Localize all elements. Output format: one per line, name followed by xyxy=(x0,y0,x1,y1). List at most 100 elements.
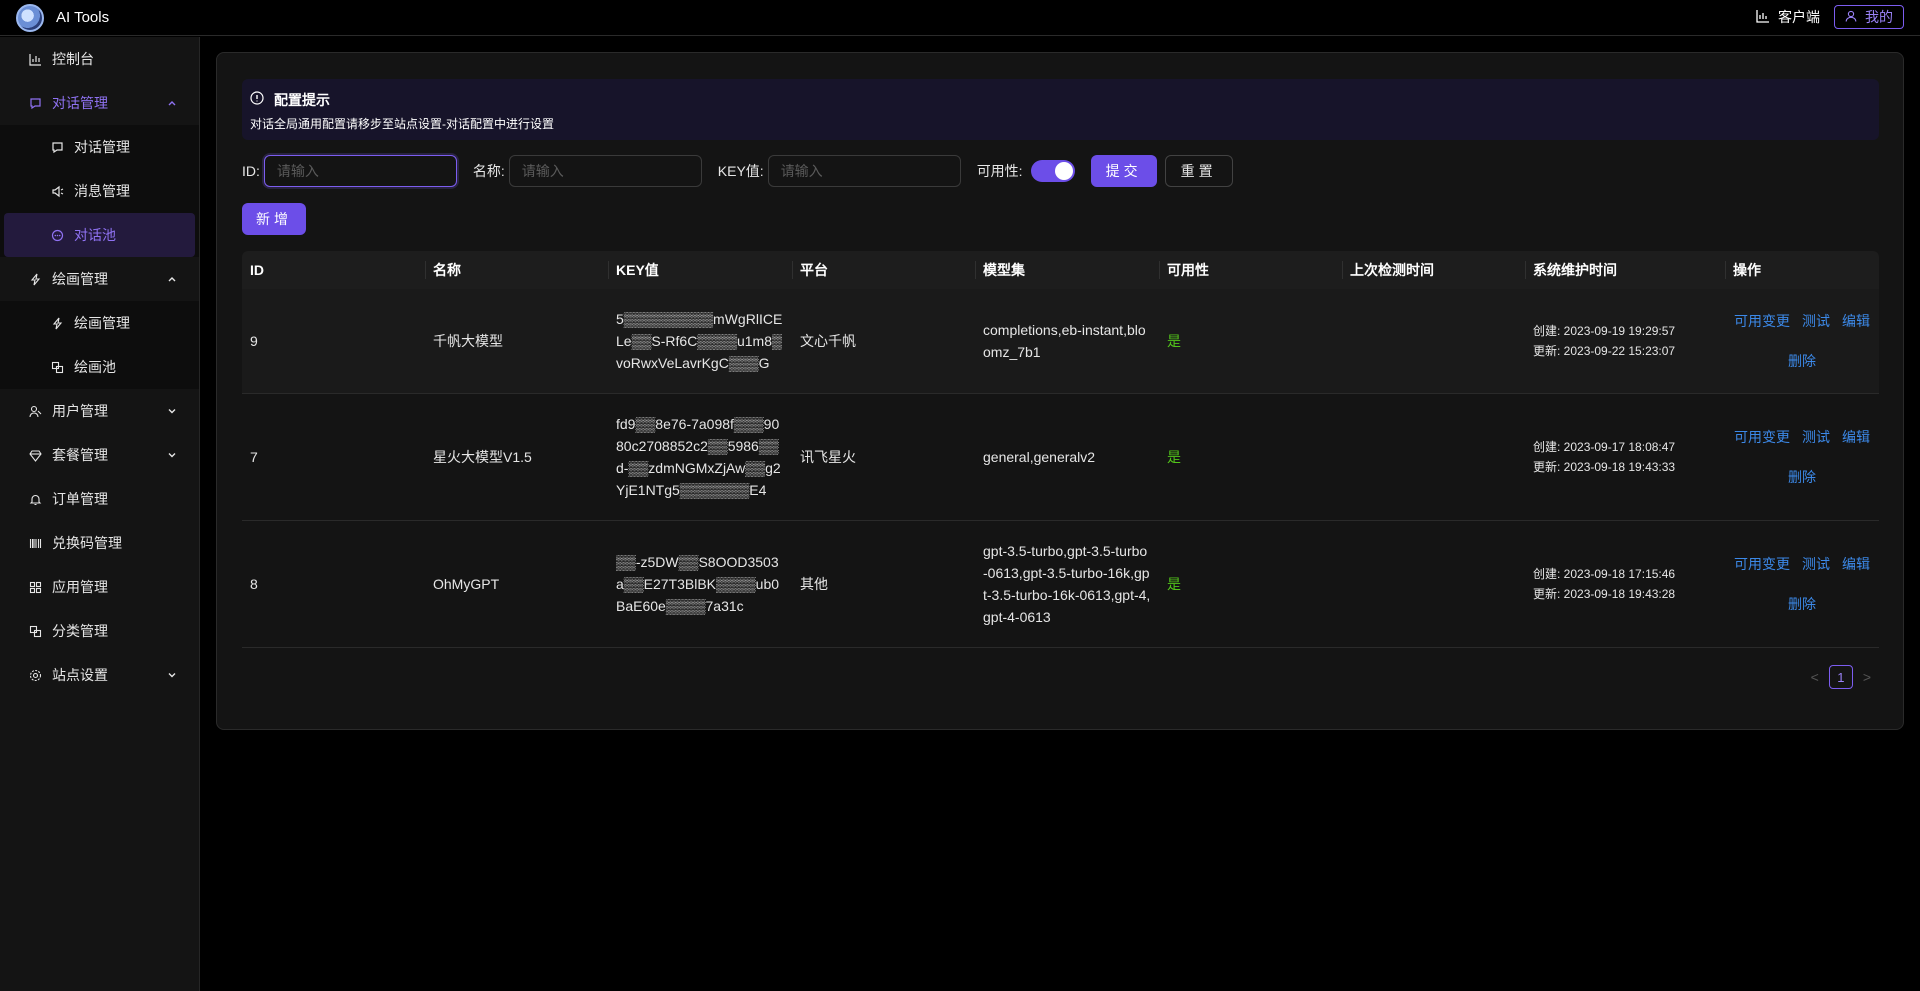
message-pool-icon xyxy=(50,229,64,242)
test-link[interactable]: 测试 xyxy=(1802,426,1830,448)
id-filter-label: ID: xyxy=(242,163,260,179)
mine-button-label: 我的 xyxy=(1865,9,1893,25)
client-link[interactable]: 客户端 xyxy=(1756,7,1820,27)
sidebar-item-redeem-codes[interactable]: 兑换码管理 xyxy=(0,521,199,565)
sidebar-group-users[interactable]: 用户管理 xyxy=(0,389,199,433)
name-input[interactable] xyxy=(508,155,702,187)
mine-button[interactable]: 我的 xyxy=(1834,5,1904,29)
chevron-up-icon xyxy=(168,277,176,282)
toggle-availability-link[interactable]: 可用变更 xyxy=(1734,310,1790,332)
sidebar-item-label: 应用管理 xyxy=(52,579,108,595)
action-row: 可用变更 测试 编辑 xyxy=(1734,310,1870,332)
column-header: 系统维护时间 xyxy=(1525,251,1725,289)
sidebar-item-label: 绘画管理 xyxy=(52,271,108,287)
client-link-label: 客户端 xyxy=(1778,9,1820,25)
page-1-button[interactable]: 1 xyxy=(1828,665,1853,689)
delete-link[interactable]: 删除 xyxy=(1788,593,1816,615)
updated-time: 更新: 2023-09-18 19:43:33 xyxy=(1533,460,1676,474)
cell-last-check xyxy=(1342,394,1525,520)
cell-models: gpt-3.5-turbo,gpt-3.5-turbo-0613,gpt-3.5… xyxy=(983,543,1151,625)
cell-platform: 讯飞星火 xyxy=(800,449,856,465)
block-icon xyxy=(50,361,64,374)
created-time: 创建: 2023-09-17 18:08:47 xyxy=(1533,440,1676,454)
cell-key: ▒▒-z5DW▒▒S8OOD3503a▒▒E27T3BlBK▒▒▒▒ub0BaE… xyxy=(616,554,780,614)
cell-maintenance-time: 创建: 2023-09-18 17:15:46 更新: 2023-09-18 1… xyxy=(1525,521,1725,647)
sidebar-item-categories[interactable]: 分类管理 xyxy=(0,609,199,653)
sidebar-item-label: 套餐管理 xyxy=(52,447,108,463)
info-icon xyxy=(250,91,264,108)
cell-actions: 可用变更 测试 编辑 删除 xyxy=(1725,394,1879,520)
sidebar-item-chat-manage[interactable]: 对话管理 xyxy=(0,125,199,169)
created-time: 创建: 2023-09-19 19:29:57 xyxy=(1533,324,1676,338)
sidebar-group-site-settings[interactable]: 站点设置 xyxy=(0,653,199,697)
lightning-icon xyxy=(28,273,42,286)
sidebar-item-label: 绘画管理 xyxy=(74,315,130,331)
sidebar-item-label: 用户管理 xyxy=(52,403,108,419)
sidebar-item-label: 对话管理 xyxy=(52,95,108,111)
delete-link[interactable]: 删除 xyxy=(1788,350,1816,372)
action-row: 删除 xyxy=(1788,593,1816,615)
availability-filter-label: 可用性: xyxy=(976,163,1023,179)
sidebar-item-chat-pool[interactable]: 对话池 xyxy=(4,213,195,257)
test-link[interactable]: 测试 xyxy=(1802,310,1830,332)
edit-link[interactable]: 编辑 xyxy=(1842,426,1870,448)
sidebar-item-label: 对话池 xyxy=(74,227,116,243)
submit-button[interactable]: 提交 xyxy=(1090,155,1157,187)
filter-bar: ID: 名称: KEY值: 可用性: 提交 重置 xyxy=(242,155,1233,187)
column-header: KEY值 xyxy=(608,251,792,289)
sidebar-item-apps[interactable]: 应用管理 xyxy=(0,565,199,609)
column-header: 可用性 xyxy=(1159,251,1342,289)
top-bar: AI Tools 客户端 我的 xyxy=(0,0,1920,36)
edit-link[interactable]: 编辑 xyxy=(1842,310,1870,332)
edit-link[interactable]: 编辑 xyxy=(1842,553,1870,575)
availability-toggle[interactable] xyxy=(1030,160,1075,182)
submenu-drawing: 绘画管理 绘画池 xyxy=(0,301,199,389)
toggle-availability-link[interactable]: 可用变更 xyxy=(1734,553,1790,575)
sidebar-item-label: 绘画池 xyxy=(74,359,116,375)
cell-key: 5▒▒▒▒▒▒▒▒▒mWgRlICELe▒▒S-Rf6C▒▒▒▒u1m8▒voR… xyxy=(616,311,783,371)
cell-available: 是 xyxy=(1167,333,1181,349)
cell-key: fd9▒▒8e76-7a098f▒▒▒9080c2708852c2▒▒5986▒… xyxy=(616,416,781,498)
updated-time: 更新: 2023-09-18 19:43:28 xyxy=(1533,587,1676,601)
alert-title: 配置提示 xyxy=(274,92,330,108)
sidebar-item-orders[interactable]: 订单管理 xyxy=(0,477,199,521)
table-row: 7 星火大模型V1.5 fd9▒▒8e76-7a098f▒▒▒9080c2708… xyxy=(242,394,1879,521)
cell-id: 9 xyxy=(250,333,258,349)
lightning-icon xyxy=(50,317,64,330)
cell-platform: 其他 xyxy=(800,576,828,592)
prev-page-button[interactable]: < xyxy=(1811,669,1819,685)
bar-chart-icon xyxy=(1756,9,1770,26)
cell-maintenance-time: 创建: 2023-09-17 18:08:47 更新: 2023-09-18 1… xyxy=(1525,394,1725,520)
updated-time: 更新: 2023-09-22 15:23:07 xyxy=(1533,344,1676,358)
diamond-icon xyxy=(28,449,42,462)
next-page-button[interactable]: > xyxy=(1863,669,1871,685)
sidebar-item-drawing-pool[interactable]: 绘画池 xyxy=(0,345,199,389)
sidebar-group-chat[interactable]: 对话管理 xyxy=(0,81,199,125)
submenu-chat: 对话管理 消息管理 对话池 xyxy=(0,125,199,257)
chevron-down-icon xyxy=(168,673,176,678)
column-header: 名称 xyxy=(425,251,608,289)
action-row: 可用变更 测试 编辑 xyxy=(1734,426,1870,448)
reset-button[interactable]: 重置 xyxy=(1164,155,1233,187)
id-input[interactable] xyxy=(263,155,457,187)
cell-available: 是 xyxy=(1167,576,1181,592)
sidebar-group-packages[interactable]: 套餐管理 xyxy=(0,433,199,477)
key-input[interactable] xyxy=(767,155,961,187)
chat-icon xyxy=(50,141,64,154)
sidebar-item-drawing-manage[interactable]: 绘画管理 xyxy=(0,301,199,345)
sidebar-item-message-manage[interactable]: 消息管理 xyxy=(0,169,199,213)
content-card: 配置提示 对话全局通用配置请移步至站点设置-对话配置中进行设置 ID: 名称: … xyxy=(216,52,1904,730)
test-link[interactable]: 测试 xyxy=(1802,553,1830,575)
chevron-up-icon xyxy=(168,101,176,106)
cell-last-check xyxy=(1342,289,1525,393)
chat-icon xyxy=(28,97,42,110)
delete-link[interactable]: 删除 xyxy=(1788,466,1816,488)
sidebar-group-drawing[interactable]: 绘画管理 xyxy=(0,257,199,301)
sidebar-item-dashboard[interactable]: 控制台 xyxy=(0,37,199,81)
add-button[interactable]: 新增 xyxy=(242,203,306,235)
cell-id: 8 xyxy=(250,576,258,592)
table-row: 8 OhMyGPT ▒▒-z5DW▒▒S8OOD3503a▒▒E27T3BlBK… xyxy=(242,521,1879,648)
toggle-availability-link[interactable]: 可用变更 xyxy=(1734,426,1790,448)
config-alert: 配置提示 对话全局通用配置请移步至站点设置-对话配置中进行设置 xyxy=(242,79,1879,140)
sidebar-item-label: 控制台 xyxy=(52,51,94,67)
